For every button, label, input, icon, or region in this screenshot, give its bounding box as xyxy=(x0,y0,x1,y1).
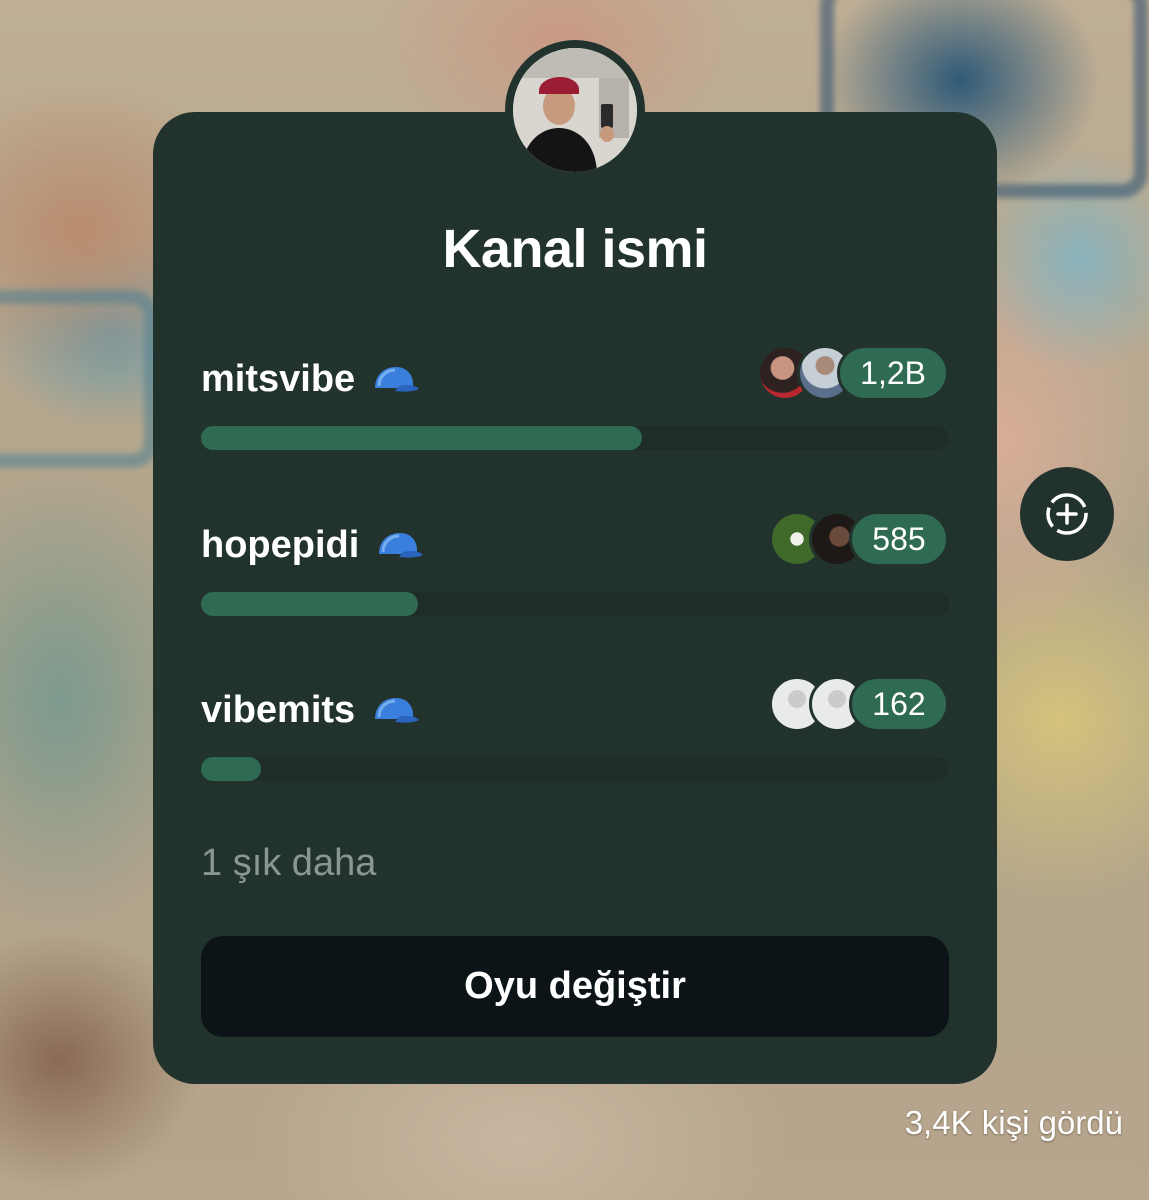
option-label: vibemits xyxy=(201,689,356,731)
option-label-row: vibemits xyxy=(201,689,421,732)
option-label: mitsvibe xyxy=(201,358,356,400)
progress-fill xyxy=(201,757,261,781)
blue-cap-icon xyxy=(375,697,420,723)
option-label-row: hopepidi xyxy=(201,524,425,567)
poll-option-3[interactable]: vibemits 162 xyxy=(201,673,949,783)
poll-title: Kanal ismi xyxy=(442,219,708,279)
poll-option-1[interactable]: mitsvibe 1,2B xyxy=(201,342,949,452)
change-vote-button[interactable]: Oyu değiştir xyxy=(201,936,949,1037)
poll-card: Kanal ismi mitsvibe 1,2B hopepidi 585 vi… xyxy=(153,112,997,1084)
progress-fill xyxy=(201,592,418,616)
vote-count-badge: 1,2B xyxy=(837,345,949,401)
vote-count-badge: 585 xyxy=(849,511,949,567)
progress-track xyxy=(201,757,949,781)
voters-group: 1,2B xyxy=(757,342,949,404)
blue-cap-icon xyxy=(379,532,424,558)
channel-avatar[interactable] xyxy=(513,48,637,172)
add-sticker-button[interactable] xyxy=(1020,467,1114,561)
progress-track xyxy=(201,592,949,616)
voters-group: 162 xyxy=(769,673,949,735)
voters-group: 585 xyxy=(769,508,949,570)
progress-fill xyxy=(201,426,642,450)
option-label-row: mitsvibe xyxy=(201,358,421,401)
blue-cap-icon xyxy=(375,366,420,392)
option-label: hopepidi xyxy=(201,524,360,566)
progress-track xyxy=(201,426,949,450)
poll-option-2[interactable]: hopepidi 585 xyxy=(201,508,949,618)
more-options-link[interactable]: 1 şık daha xyxy=(201,842,376,885)
channel-avatar-ring xyxy=(505,40,645,180)
background-shape xyxy=(0,290,158,468)
vote-count-badge: 162 xyxy=(849,676,949,732)
add-sticker-icon xyxy=(1046,493,1088,535)
view-count-text[interactable]: 3,4K kişi gördü xyxy=(905,1104,1123,1142)
channel-avatar-photo xyxy=(513,48,637,172)
